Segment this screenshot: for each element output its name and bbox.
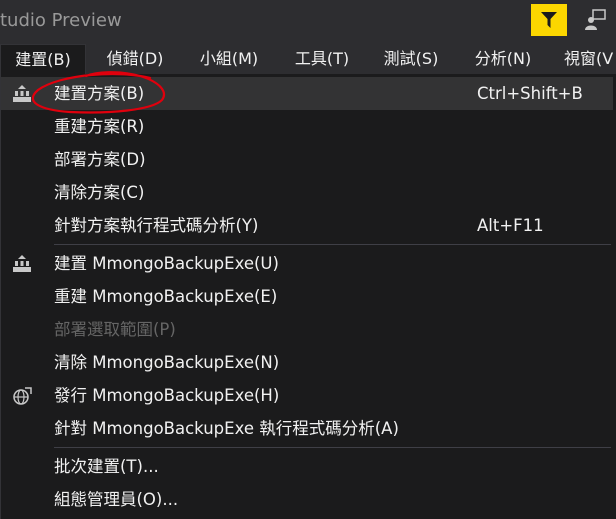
menu-item-rebuild-project[interactable]: 重建 MmongoBackupExe(E) bbox=[1, 280, 613, 313]
menu-item-code-analysis-solution[interactable]: 針對方案執行程式碼分析(Y) Alt+F11 bbox=[1, 209, 613, 242]
menu-item-build-solution[interactable]: 建置方案(B) Ctrl+Shift+B bbox=[1, 77, 613, 110]
menu-tools[interactable]: 工具(T) bbox=[282, 44, 362, 74]
menu-item-deploy-solution[interactable]: 部署方案(D) bbox=[1, 143, 613, 176]
menu-item-code-analysis-project[interactable]: 針對 MmongoBackupExe 執行程式碼分析(A) bbox=[1, 412, 613, 445]
publish-globe-icon bbox=[13, 387, 32, 405]
menu-item-clean-project[interactable]: 清除 MmongoBackupExe(N) bbox=[1, 346, 613, 379]
menu-debug[interactable]: 偵錯(D) bbox=[90, 44, 180, 74]
live-share-button[interactable] bbox=[578, 4, 612, 36]
menu-item-build-project[interactable]: 建置 MmongoBackupExe(U) bbox=[1, 247, 613, 280]
menu-build[interactable]: 建置(B) bbox=[0, 44, 86, 74]
build-solution-icon bbox=[13, 85, 31, 102]
menu-item-label: 發行 MmongoBackupExe(H) bbox=[54, 386, 280, 405]
screen: tudio Preview 建置(B) 偵錯(D) 小組(M) 工具(T) 測試… bbox=[0, 0, 616, 519]
menu-item-publish-project[interactable]: 發行 MmongoBackupExe(H) bbox=[1, 379, 613, 412]
menu-item-deploy-selection: 部署選取範圍(P) bbox=[1, 313, 613, 346]
menu-item-label: 清除 MmongoBackupExe(N) bbox=[54, 353, 280, 372]
menu-separator bbox=[54, 244, 611, 245]
menu-item-label: 建置 MmongoBackupExe(U) bbox=[54, 254, 279, 273]
menu-team[interactable]: 小組(M) bbox=[186, 44, 272, 74]
live-share-icon bbox=[585, 9, 606, 30]
menu-item-rebuild-solution[interactable]: 重建方案(R) bbox=[1, 110, 613, 143]
build-dropdown-menu: 建置方案(B) Ctrl+Shift+B 重建方案(R) 部署方案(D) 清除方… bbox=[0, 74, 616, 519]
build-project-icon bbox=[13, 255, 31, 272]
menu-item-label: 建置方案(B) bbox=[54, 84, 145, 103]
menu-item-label: 部署方案(D) bbox=[54, 150, 146, 169]
title-bar: tudio Preview bbox=[0, 0, 616, 44]
menu-item-label: 組態管理員(O)... bbox=[54, 490, 179, 509]
menu-item-label: 針對 MmongoBackupExe 執行程式碼分析(A) bbox=[54, 419, 399, 438]
menu-window[interactable]: 視窗(V bbox=[556, 44, 616, 74]
menu-item-label: 重建 MmongoBackupExe(E) bbox=[54, 287, 278, 306]
feedback-funnel-icon bbox=[541, 12, 557, 28]
menu-item-clean-solution[interactable]: 清除方案(C) bbox=[1, 176, 613, 209]
menu-item-shortcut: Alt+F11 bbox=[477, 216, 544, 235]
menu-item-batch-build[interactable]: 批次建置(T)... bbox=[1, 450, 613, 483]
menu-item-shortcut: Ctrl+Shift+B bbox=[477, 84, 583, 103]
window-title: tudio Preview bbox=[0, 10, 122, 31]
menu-item-label: 清除方案(C) bbox=[54, 183, 145, 202]
menu-separator bbox=[54, 447, 611, 448]
menu-item-label: 部署選取範圍(P) bbox=[54, 320, 176, 339]
menu-item-label: 針對方案執行程式碼分析(Y) bbox=[54, 216, 259, 235]
menu-bar: 建置(B) 偵錯(D) 小組(M) 工具(T) 測試(S) 分析(N) 視窗(V bbox=[0, 44, 616, 74]
feedback-button[interactable] bbox=[531, 4, 567, 36]
menu-item-label: 批次建置(T)... bbox=[54, 457, 159, 476]
menu-item-configuration-manager[interactable]: 組態管理員(O)... bbox=[1, 483, 613, 516]
menu-test[interactable]: 測試(S) bbox=[372, 44, 450, 74]
menu-item-label: 重建方案(R) bbox=[54, 117, 145, 136]
menu-analyze[interactable]: 分析(N) bbox=[460, 44, 546, 74]
